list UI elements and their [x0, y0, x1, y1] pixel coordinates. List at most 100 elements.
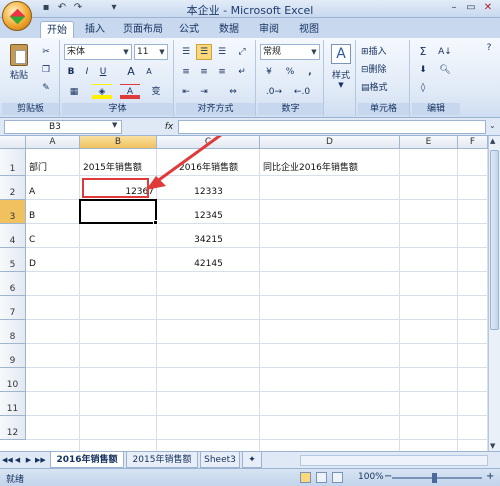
vertical-scroll-thumb[interactable]	[490, 150, 499, 330]
help-icon[interactable]: ?	[482, 40, 496, 56]
decrease-indent-icon[interactable]: ⇤	[178, 84, 194, 100]
orientation-icon[interactable]: ⤢	[234, 44, 250, 60]
scroll-up-icon[interactable]: ▲	[490, 137, 495, 145]
paste-button[interactable]: 粘贴	[6, 42, 32, 88]
decrease-decimal-icon[interactable]: ←.0	[290, 84, 314, 100]
fill-icon[interactable]: ⬇	[414, 62, 432, 78]
maximize-button[interactable]: ▭	[463, 1, 479, 15]
horizontal-scrollbar[interactable]	[300, 455, 488, 466]
tab-home[interactable]: 开始	[40, 21, 74, 38]
next-sheet-icon[interactable]: ▶	[24, 455, 33, 466]
cells-group: ⊞插入 ⊟删除 ▤格式 单元格	[358, 40, 410, 116]
vertical-scrollbar[interactable]: ▲ ▼	[488, 136, 500, 451]
sheet-tab-bar: ◀◀ ◀ ▶ ▶▶ 2016年销售额 2015年销售额 Sheet3 ✦	[0, 451, 500, 468]
font-group-label: 字体	[62, 103, 173, 115]
zoom-in-button[interactable]: +	[486, 471, 494, 482]
editing-group-label: 编辑	[412, 103, 460, 115]
font-color-button[interactable]: A	[120, 84, 140, 100]
merge-center-icon[interactable]: ⇔	[216, 84, 250, 100]
chevron-down-icon[interactable]: ▼	[112, 121, 117, 129]
arrow-shaft	[155, 136, 223, 184]
align-top-icon[interactable]: ☰	[178, 44, 194, 60]
prev-sheet-icon[interactable]: ◀	[13, 455, 22, 466]
percent-button[interactable]: %	[282, 64, 298, 80]
chevron-down-icon: ▼	[338, 81, 344, 89]
fill-color-icon[interactable]: ◈	[92, 84, 112, 100]
window-title: 本企业 - Microsoft Excel	[186, 4, 314, 17]
page-break-view-icon[interactable]	[332, 472, 343, 483]
styles-button[interactable]: A 样式 ▼	[328, 44, 354, 94]
cut-icon[interactable]: ✂	[38, 44, 54, 60]
align-middle-icon[interactable]: ☰	[196, 44, 212, 60]
last-sheet-icon[interactable]: ▶▶	[35, 455, 46, 466]
copy-icon[interactable]: ❐	[38, 62, 54, 78]
annotation-arrow	[146, 136, 223, 190]
insert-sheet-icon[interactable]: ✦	[242, 452, 262, 468]
scroll-down-icon[interactable]: ▼	[490, 442, 495, 450]
increase-decimal-icon[interactable]: .0→	[262, 84, 286, 100]
font-name-select[interactable]: 宋体 ▼	[64, 44, 132, 60]
ribbon: 粘贴 ✂ ❐ ✎ 剪贴板 宋体 ▼ 11 ▼ B I U A A ▦ ◈ A 变 字…	[0, 38, 500, 118]
number-format-select[interactable]: 常规 ▼	[260, 44, 320, 60]
insert-cells-button[interactable]: ⊞插入	[360, 44, 408, 60]
sort-filter-button[interactable]: A↓	[434, 44, 456, 60]
tab-formulas[interactable]: 公式	[174, 21, 204, 38]
phonetic-button[interactable]: 变	[146, 84, 166, 100]
grow-font-button[interactable]: A	[124, 64, 138, 80]
find-select-icon[interactable]: 🔍︎	[434, 62, 456, 78]
tab-data[interactable]: 数据	[214, 21, 244, 38]
currency-button[interactable]: ¥	[260, 64, 278, 80]
sheet-tab-2016[interactable]: 2016年销售额	[50, 452, 124, 468]
zoom-slider-thumb[interactable]	[432, 473, 437, 483]
tab-view[interactable]: 视图	[294, 21, 324, 38]
sheet-tab-sheet3[interactable]: Sheet3	[200, 452, 240, 468]
tab-review[interactable]: 审阅	[254, 21, 284, 38]
sheet-tab-2015[interactable]: 2015年销售额	[126, 452, 198, 468]
insert-function-button[interactable]: fx	[160, 120, 178, 134]
clipboard-group-label: 剪贴板	[2, 103, 59, 115]
delete-cells-button[interactable]: ⊟删除	[360, 62, 408, 78]
styles-icon: A	[331, 44, 351, 64]
page-layout-view-icon[interactable]	[316, 472, 327, 483]
normal-view-icon[interactable]	[300, 472, 311, 483]
font-name-value: 宋体	[67, 47, 86, 57]
tab-page-layout[interactable]: 页面布局	[118, 21, 168, 38]
italic-button[interactable]: I	[80, 64, 94, 80]
font-size-select[interactable]: 11 ▼	[134, 44, 168, 60]
wrap-text-icon[interactable]: ↵	[234, 64, 250, 80]
formula-input[interactable]	[178, 120, 486, 134]
zoom-slider[interactable]	[392, 477, 482, 479]
expand-formula-icon[interactable]: ⌄	[489, 121, 496, 130]
comma-button[interactable]: ,	[302, 64, 318, 80]
alignment-group-label: 对齐方式	[176, 103, 255, 115]
status-text: 就绪	[6, 475, 25, 485]
number-group-label: 数字	[258, 103, 323, 115]
align-right-icon[interactable]: ≡	[214, 64, 230, 80]
align-center-icon[interactable]: ≡	[196, 64, 212, 80]
format-icon: ▤	[361, 83, 370, 93]
format-painter-icon[interactable]: ✎	[38, 80, 54, 96]
underline-button[interactable]: U	[96, 64, 110, 80]
chevron-down-icon: ▼	[311, 48, 317, 56]
tab-insert[interactable]: 插入	[80, 21, 110, 38]
minimize-button[interactable]: –	[446, 1, 462, 15]
ribbon-tabs: 开始 插入 页面布局 公式 数据 审阅 视图	[0, 18, 500, 38]
first-sheet-icon[interactable]: ◀◀	[2, 455, 13, 466]
increase-indent-icon[interactable]: ⇥	[196, 84, 212, 100]
borders-icon[interactable]: ▦	[64, 84, 84, 100]
autosum-button[interactable]: Σ	[414, 44, 432, 60]
spreadsheet-grid[interactable]: A B C D E F 1 2 3 4 5 6 7 8 9 10 11 12 部门 2015年销售额 2016年销售额同…	[0, 136, 488, 451]
align-bottom-icon[interactable]: ☰	[214, 44, 230, 60]
delete-label: 删除	[368, 65, 387, 75]
styles-label: 样式	[331, 71, 350, 81]
number-format-value: 常规	[263, 47, 282, 57]
office-button[interactable]	[2, 1, 32, 31]
format-cells-button[interactable]: ▤格式	[360, 80, 408, 96]
bold-button[interactable]: B	[64, 64, 78, 80]
align-left-icon[interactable]: ≡	[178, 64, 194, 80]
shrink-font-button[interactable]: A	[142, 64, 156, 80]
name-box[interactable]: B3	[4, 120, 122, 134]
clear-icon[interactable]: ◊	[414, 80, 432, 96]
close-button[interactable]: ✕	[480, 1, 496, 15]
zoom-level[interactable]: 100%	[358, 472, 384, 482]
